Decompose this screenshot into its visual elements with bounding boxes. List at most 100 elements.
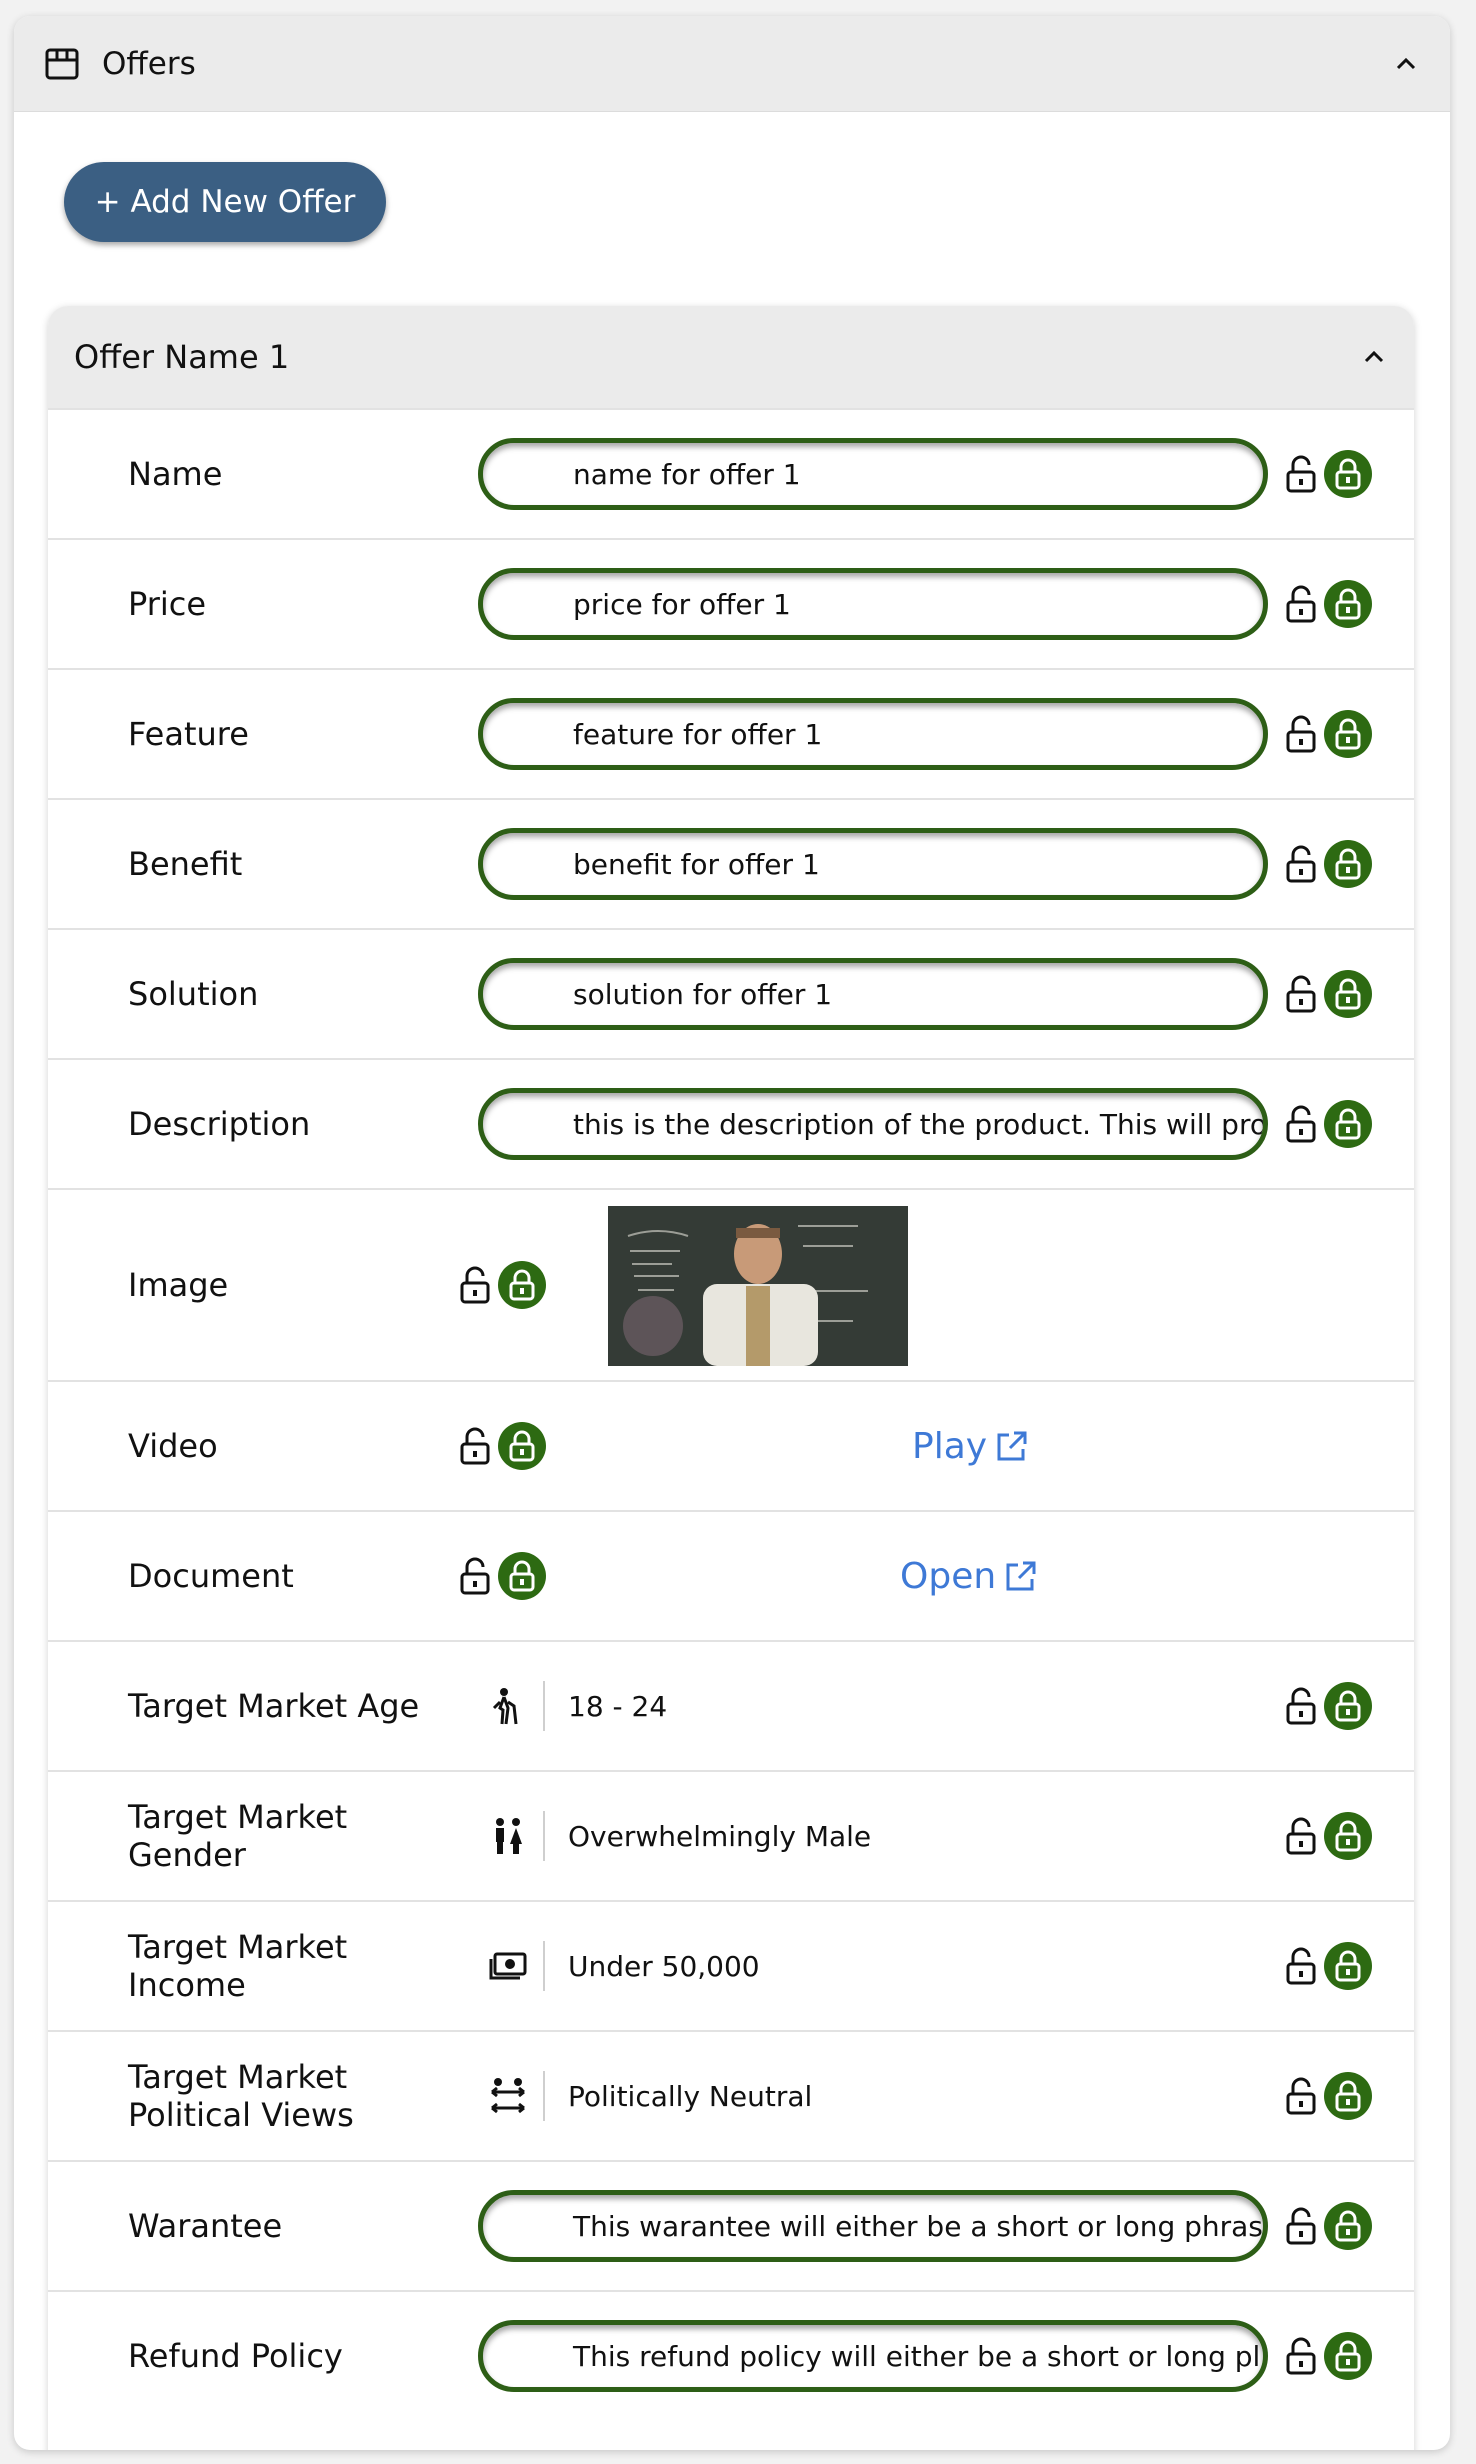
row-label: Refund Policy bbox=[128, 2337, 343, 2375]
external-link-icon bbox=[997, 1431, 1027, 1461]
lock-closed-icon[interactable] bbox=[1324, 970, 1372, 1018]
offer-row-video: Video Play bbox=[48, 1380, 1414, 1510]
offer-row-warantee: Warantee This warantee will either be a … bbox=[48, 2160, 1414, 2290]
offer-title: Offer Name 1 bbox=[74, 338, 290, 376]
open-document-link[interactable]: Open bbox=[900, 1556, 1038, 1597]
target-value[interactable]: Politically Neutral bbox=[568, 2080, 812, 2113]
description-input[interactable]: this is the description of the product. … bbox=[478, 1088, 1268, 1160]
lock-closed-icon[interactable] bbox=[498, 1261, 546, 1309]
row-label: Solution bbox=[128, 975, 259, 1013]
input-value: feature for offer 1 bbox=[573, 717, 823, 751]
chevron-up-icon[interactable] bbox=[1360, 343, 1388, 371]
lock-open-icon[interactable] bbox=[1284, 2206, 1318, 2246]
offer-row-description: Description this is the description of t… bbox=[48, 1058, 1414, 1188]
target-value[interactable]: 18 - 24 bbox=[568, 1690, 667, 1723]
money-icon bbox=[489, 1952, 527, 1980]
lock-open-icon[interactable] bbox=[1284, 2336, 1318, 2376]
row-label: Price bbox=[128, 585, 207, 623]
benefit-input[interactable]: benefit for offer 1 bbox=[478, 828, 1268, 900]
lock-open-icon[interactable] bbox=[1284, 584, 1318, 624]
divider bbox=[543, 1811, 545, 1861]
target-value[interactable]: Overwhelmingly Male bbox=[568, 1820, 871, 1853]
panel-title: Offers bbox=[102, 45, 196, 82]
row-label: Image bbox=[128, 1266, 229, 1304]
lock-controls bbox=[1284, 1942, 1372, 1990]
warantee-input[interactable]: This warantee will either be a short or … bbox=[478, 2190, 1268, 2262]
link-label: Open bbox=[900, 1555, 997, 1597]
play-video-link[interactable]: Play bbox=[912, 1426, 1029, 1467]
offer-row-document: Document Open bbox=[48, 1510, 1414, 1640]
target-value[interactable]: Under 50,000 bbox=[568, 1950, 760, 1983]
offer-header[interactable]: Offer Name 1 bbox=[48, 306, 1414, 408]
lock-open-icon[interactable] bbox=[458, 1426, 492, 1466]
row-label: Target Market Income bbox=[128, 1928, 348, 2004]
lock-controls bbox=[1284, 450, 1372, 498]
offer-card: Offer Name 1 Name name for offer 1 Price… bbox=[48, 306, 1414, 2450]
lock-open-icon[interactable] bbox=[458, 1556, 492, 1596]
external-link-icon bbox=[1006, 1561, 1036, 1591]
offer-row-price: Price price for offer 1 bbox=[48, 538, 1414, 668]
row-label: Benefit bbox=[128, 845, 243, 883]
lock-closed-icon[interactable] bbox=[1324, 2332, 1372, 2380]
row-label: Name bbox=[128, 455, 223, 493]
lock-open-icon[interactable] bbox=[1284, 2076, 1318, 2116]
lock-open-icon[interactable] bbox=[1284, 1686, 1318, 1726]
lock-closed-icon[interactable] bbox=[1324, 2202, 1372, 2250]
lock-closed-icon[interactable] bbox=[1324, 840, 1372, 888]
chevron-up-icon[interactable] bbox=[1392, 50, 1420, 78]
lock-controls bbox=[1284, 2072, 1372, 2120]
offer-row-benefit: Benefit benefit for offer 1 bbox=[48, 798, 1414, 928]
solution-input[interactable]: solution for offer 1 bbox=[478, 958, 1268, 1030]
feature-input[interactable]: feature for offer 1 bbox=[478, 698, 1268, 770]
lock-open-icon[interactable] bbox=[458, 1265, 492, 1305]
lock-open-icon[interactable] bbox=[1284, 1816, 1318, 1856]
row-label: Video bbox=[128, 1427, 218, 1465]
lock-controls bbox=[1284, 1812, 1372, 1860]
row-label: Feature bbox=[128, 715, 249, 753]
lock-controls bbox=[1284, 1100, 1372, 1148]
offer-row-refund-policy: Refund Policy This refund policy will ei… bbox=[48, 2290, 1414, 2420]
lock-open-icon[interactable] bbox=[1284, 1104, 1318, 1144]
input-value: This warantee will either be a short or … bbox=[573, 2209, 1263, 2243]
offer-image-thumbnail[interactable] bbox=[608, 1206, 908, 1366]
row-label: Target Market Age bbox=[128, 1687, 420, 1725]
name-input[interactable]: name for offer 1 bbox=[478, 438, 1268, 510]
divider bbox=[543, 1681, 545, 1731]
divider bbox=[543, 1941, 545, 1991]
lock-closed-icon[interactable] bbox=[1324, 580, 1372, 628]
input-value: price for offer 1 bbox=[573, 587, 791, 621]
lock-open-icon[interactable] bbox=[1284, 844, 1318, 884]
lock-open-icon[interactable] bbox=[1284, 1946, 1318, 1986]
lock-closed-icon[interactable] bbox=[1324, 2072, 1372, 2120]
lock-open-icon[interactable] bbox=[1284, 974, 1318, 1014]
lock-open-icon[interactable] bbox=[1284, 714, 1318, 754]
offer-row-solution: Solution solution for offer 1 bbox=[48, 928, 1414, 1058]
add-new-offer-button[interactable]: + Add New Offer bbox=[64, 162, 386, 242]
lock-controls bbox=[1284, 970, 1372, 1018]
input-value: This refund policy will either be a shor… bbox=[573, 2339, 1261, 2373]
input-value: benefit for offer 1 bbox=[573, 847, 820, 881]
lock-closed-icon[interactable] bbox=[498, 1552, 546, 1600]
offer-row-target-income: Target Market Income Under 50,000 bbox=[48, 1900, 1414, 2030]
offer-row-target-age: Target Market Age 18 - 24 bbox=[48, 1640, 1414, 1770]
lock-open-icon[interactable] bbox=[1284, 454, 1318, 494]
lock-closed-icon[interactable] bbox=[1324, 1100, 1372, 1148]
offers-panel-header[interactable]: Offers bbox=[14, 16, 1450, 112]
refund-policy-input[interactable]: This refund policy will either be a shor… bbox=[478, 2320, 1268, 2392]
lock-closed-icon[interactable] bbox=[1324, 450, 1372, 498]
lock-closed-icon[interactable] bbox=[1324, 1942, 1372, 1990]
lock-controls bbox=[1284, 840, 1372, 888]
lock-closed-icon[interactable] bbox=[498, 1422, 546, 1470]
input-value: solution for offer 1 bbox=[573, 977, 833, 1011]
link-label: Play bbox=[912, 1425, 988, 1467]
offer-row-image: Image bbox=[48, 1188, 1414, 1380]
lock-controls bbox=[1284, 710, 1372, 758]
price-input[interactable]: price for offer 1 bbox=[478, 568, 1268, 640]
row-label: Target Market Political Views bbox=[128, 2058, 354, 2134]
lock-closed-icon[interactable] bbox=[1324, 1682, 1372, 1730]
offer-row-feature: Feature feature for offer 1 bbox=[48, 668, 1414, 798]
lock-closed-icon[interactable] bbox=[1324, 1812, 1372, 1860]
lock-closed-icon[interactable] bbox=[1324, 710, 1372, 758]
input-value: name for offer 1 bbox=[573, 457, 801, 491]
lock-controls bbox=[1284, 2332, 1372, 2380]
